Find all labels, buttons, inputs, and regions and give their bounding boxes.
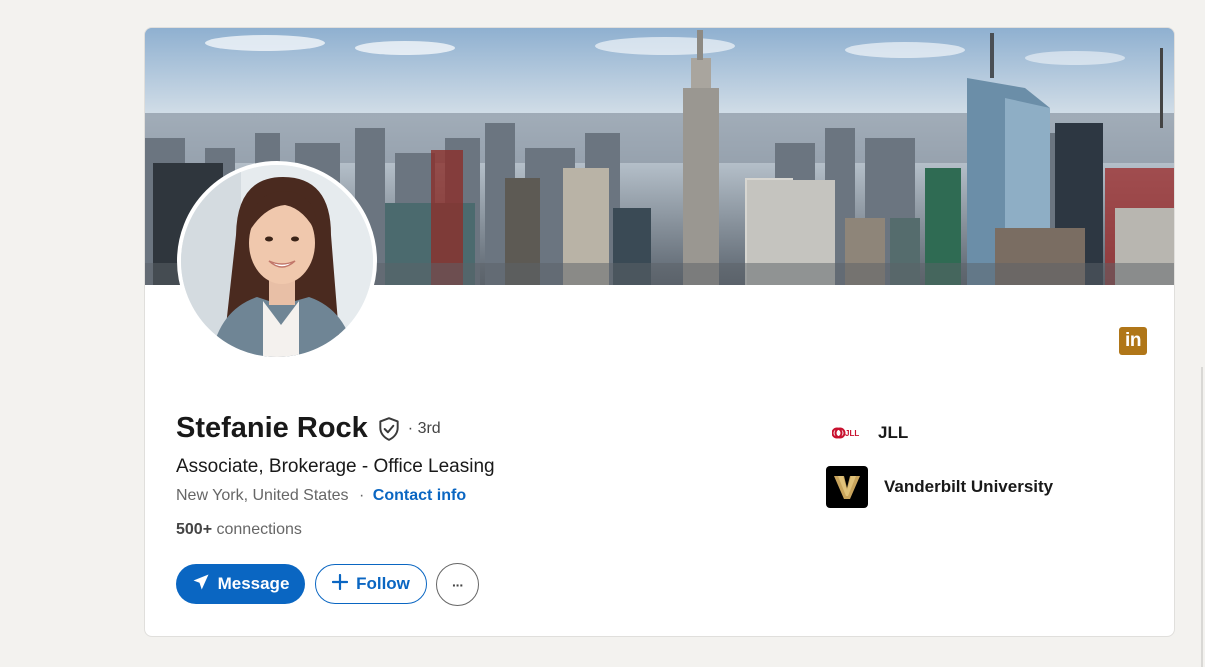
jll-logo-icon: JLL [832,419,862,447]
ellipsis-icon: ··· [452,576,464,593]
connections-count[interactable]: 500+ connections [176,521,302,539]
plus-icon [331,573,349,595]
profile-photo[interactable] [177,161,377,361]
connections-label: connections [216,521,302,538]
message-button-label: Message [217,574,290,593]
profile-headline: Associate, Brokerage - Office Leasing [176,456,495,477]
name-row: Stefanie Rock · 3rd [176,412,441,445]
vanderbilt-logo-icon [826,466,868,508]
message-button[interactable]: Message [176,564,305,604]
svg-text:JLL: JLL [845,429,859,438]
follow-button[interactable]: Follow [315,564,427,604]
connection-degree: · 3rd [407,419,441,437]
page-edge-divider [1201,367,1203,667]
education-vanderbilt[interactable]: Vanderbilt University [826,466,1053,508]
location-row: New York, United States · Contact info [176,487,466,505]
profile-card: in Stefanie Rock · 3rd Associate, Broker… [144,27,1175,637]
current-company-jll[interactable]: JLL JLL [832,419,908,447]
separator-dot: · [359,487,365,504]
more-actions-button[interactable]: ··· [436,563,479,606]
profile-location: New York, United States [176,487,349,504]
connections-number: 500+ [176,521,213,538]
contact-info-link[interactable]: Contact info [373,487,466,504]
follow-button-label: Follow [356,574,410,593]
send-icon [192,573,210,596]
company-name: JLL [878,423,909,442]
school-name: Vanderbilt University [884,477,1054,496]
profile-name: Stefanie Rock [176,412,368,444]
verified-shield-icon[interactable] [376,416,402,442]
linkedin-logo-icon: in [1119,327,1147,355]
